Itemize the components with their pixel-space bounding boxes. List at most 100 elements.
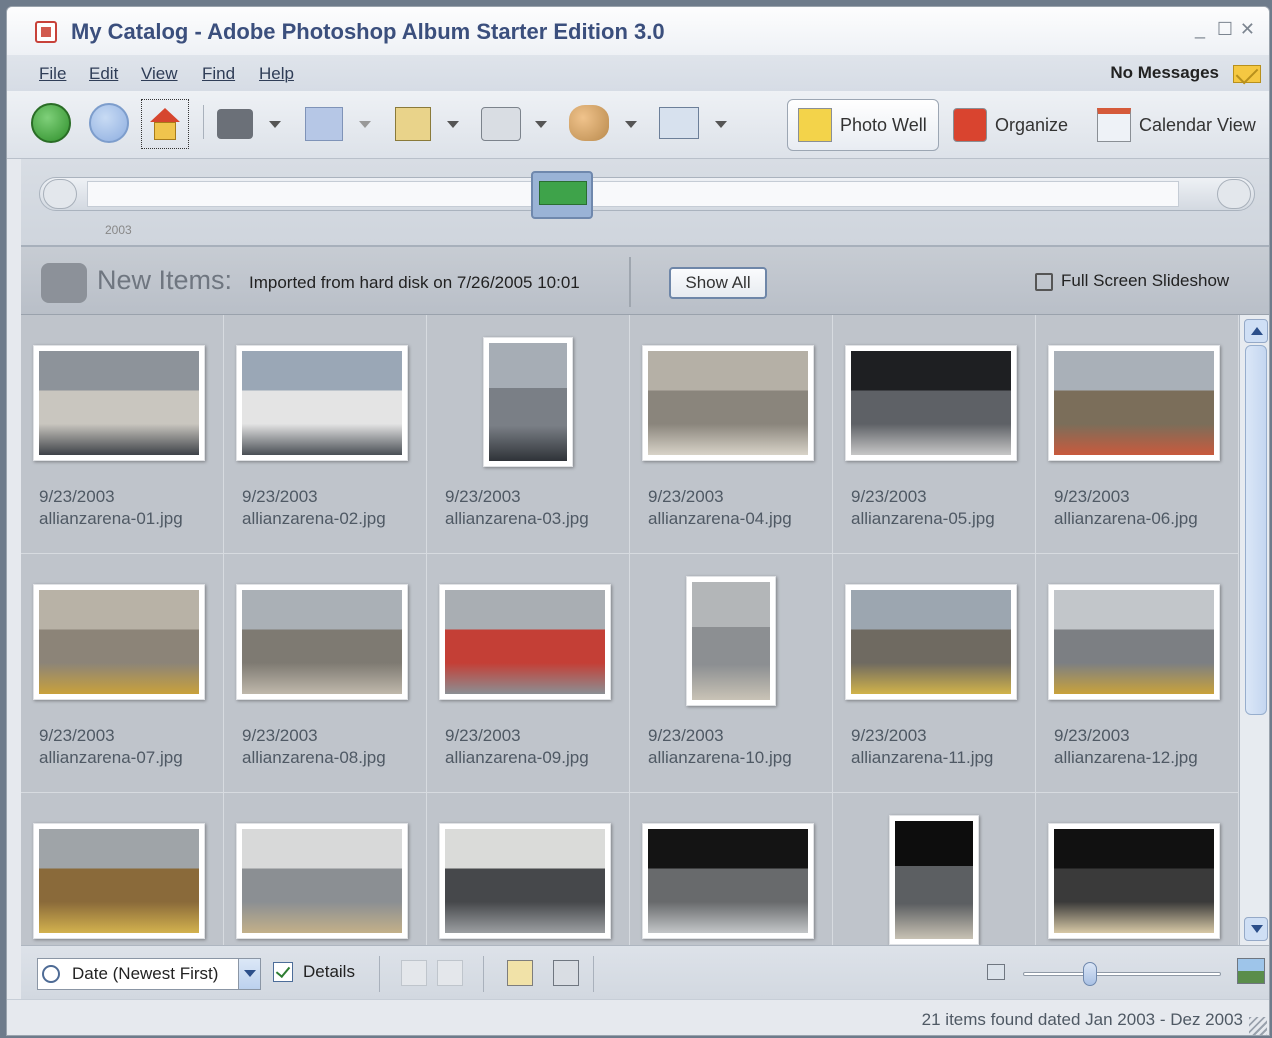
photo-thumbnail[interactable] bbox=[439, 584, 611, 700]
rotate-right-icon[interactable] bbox=[437, 960, 463, 986]
photo-cell[interactable]: 9/23/2003 allianzarena-04.jpg bbox=[630, 315, 833, 554]
forward-button[interactable] bbox=[89, 103, 129, 143]
photo-thumbnail[interactable] bbox=[889, 815, 979, 945]
timeline-marker[interactable] bbox=[531, 171, 593, 219]
photo-cell[interactable]: 9/23/2003 allianzarena-05.jpg bbox=[833, 315, 1036, 554]
menu-view[interactable]: View bbox=[141, 64, 178, 84]
photo-thumbnail[interactable] bbox=[686, 576, 776, 706]
timeline[interactable]: 2003 bbox=[21, 159, 1269, 247]
photo-well-icon bbox=[798, 108, 832, 142]
photo-thumbnail[interactable] bbox=[483, 337, 573, 467]
photo-thumbnail[interactable] bbox=[845, 584, 1017, 700]
find-bar: New Items: Imported from hard disk on 7/… bbox=[21, 247, 1269, 315]
photo-cell[interactable]: 9/23/2003 allianzarena-06.jpg bbox=[1036, 315, 1239, 554]
slideshow-icon[interactable] bbox=[1035, 273, 1053, 291]
thumbnail-size-slider[interactable] bbox=[1023, 972, 1221, 976]
photo-thumbnail[interactable] bbox=[236, 584, 408, 700]
rotate-left-icon[interactable] bbox=[401, 960, 427, 986]
photo-image bbox=[1054, 351, 1214, 455]
photo-cell[interactable]: 9/23/2003 allianzarena-07.jpg bbox=[21, 554, 224, 793]
print-dropdown-icon[interactable] bbox=[535, 121, 547, 128]
photo-cell[interactable]: 9/23/2003 allianzarena-12.jpg bbox=[1036, 554, 1239, 793]
photo-thumbnail[interactable] bbox=[1048, 823, 1220, 939]
photo-thumbnail[interactable] bbox=[642, 823, 814, 939]
photo-thumbnail[interactable] bbox=[33, 584, 205, 700]
close-button[interactable]: ✕ bbox=[1240, 19, 1255, 40]
photo-cell[interactable]: 9/23/2003 allianzarena-01.jpg bbox=[21, 315, 224, 554]
details-checkbox[interactable] bbox=[273, 962, 293, 982]
timeline-scroll-left-button[interactable] bbox=[43, 179, 77, 209]
edit-photo-icon[interactable] bbox=[305, 107, 343, 141]
large-thumbnails-icon[interactable] bbox=[1237, 958, 1265, 984]
scroll-down-button[interactable] bbox=[1244, 917, 1268, 941]
photo-date: 9/23/2003 bbox=[242, 487, 318, 506]
timeline-range[interactable] bbox=[87, 181, 1179, 207]
minimize-button[interactable]: _ bbox=[1195, 19, 1205, 40]
menu-edit[interactable]: Edit bbox=[89, 64, 118, 84]
scroll-up-button[interactable] bbox=[1244, 319, 1268, 343]
email-icon[interactable] bbox=[659, 107, 699, 139]
photo-thumbnail[interactable] bbox=[236, 823, 408, 939]
full-screen-slideshow-link[interactable]: Full Screen Slideshow bbox=[1061, 271, 1229, 291]
photo-cell[interactable] bbox=[1036, 793, 1239, 945]
organize-button[interactable]: Organize bbox=[953, 99, 1068, 151]
photo-cell[interactable]: 9/23/2003 allianzarena-08.jpg bbox=[224, 554, 427, 793]
photo-date: 9/23/2003 bbox=[648, 487, 724, 506]
bottom-bar: Date (Newest First) Details bbox=[21, 945, 1269, 999]
create-icon[interactable] bbox=[395, 107, 431, 141]
photo-image bbox=[648, 351, 808, 455]
photo-cell[interactable]: 9/23/2003 allianzarena-10.jpg bbox=[630, 554, 833, 793]
photo-cell[interactable]: 9/23/2003 allianzarena-02.jpg bbox=[224, 315, 427, 554]
home-button[interactable] bbox=[141, 99, 189, 149]
share-icon[interactable] bbox=[569, 105, 609, 141]
photo-thumbnail[interactable] bbox=[33, 823, 205, 939]
photo-cell[interactable] bbox=[833, 793, 1036, 945]
slideshow-small-icon[interactable] bbox=[553, 960, 579, 986]
photo-cell[interactable] bbox=[21, 793, 224, 945]
back-button[interactable] bbox=[31, 103, 71, 143]
menu-help[interactable]: Help bbox=[259, 64, 294, 84]
email-dropdown-icon[interactable] bbox=[715, 121, 727, 128]
photo-cell[interactable] bbox=[427, 793, 630, 945]
menu-file[interactable]: File bbox=[39, 64, 66, 84]
organize-label: Organize bbox=[995, 114, 1069, 135]
photo-thumbnail[interactable] bbox=[236, 345, 408, 461]
camera-dropdown-icon[interactable] bbox=[269, 121, 281, 128]
details-label[interactable]: Details bbox=[303, 962, 355, 982]
photo-cell[interactable]: 9/23/2003 allianzarena-09.jpg bbox=[427, 554, 630, 793]
timeline-scroll-right-button[interactable] bbox=[1217, 179, 1251, 209]
photo-cell[interactable]: 9/23/2003 allianzarena-11.jpg bbox=[833, 554, 1036, 793]
edit-dropdown-icon[interactable] bbox=[359, 121, 371, 128]
small-thumbnails-icon[interactable] bbox=[987, 964, 1005, 980]
maximize-button[interactable]: ☐ bbox=[1217, 19, 1233, 40]
calendar-view-button[interactable]: Calendar View bbox=[1097, 99, 1256, 151]
photo-date: 9/23/2003 bbox=[39, 726, 115, 745]
thumbnail-size-knob[interactable] bbox=[1083, 962, 1097, 986]
photo-thumbnail[interactable] bbox=[1048, 345, 1220, 461]
share-dropdown-icon[interactable] bbox=[625, 121, 637, 128]
photo-thumbnail[interactable] bbox=[33, 345, 205, 461]
vertical-scrollbar[interactable] bbox=[1239, 315, 1269, 945]
resize-grip[interactable] bbox=[1249, 1017, 1267, 1035]
photo-cell[interactable]: 9/23/2003 allianzarena-03.jpg bbox=[427, 315, 630, 554]
menu-find[interactable]: Find bbox=[202, 64, 235, 84]
chevron-down-icon[interactable] bbox=[238, 959, 260, 989]
print-icon[interactable] bbox=[481, 107, 521, 141]
photo-thumbnail[interactable] bbox=[845, 345, 1017, 461]
photo-cell[interactable] bbox=[224, 793, 427, 945]
photo-thumbnail[interactable] bbox=[439, 823, 611, 939]
scroll-thumb[interactable] bbox=[1245, 345, 1267, 715]
photo-well-button[interactable]: Photo Well bbox=[787, 99, 939, 151]
mail-icon[interactable] bbox=[1233, 65, 1261, 83]
properties-icon[interactable] bbox=[507, 960, 533, 986]
photo-image bbox=[851, 351, 1011, 455]
show-all-button[interactable]: Show All bbox=[669, 267, 767, 299]
photo-thumbnail[interactable] bbox=[1048, 584, 1220, 700]
photo-thumbnail[interactable] bbox=[642, 345, 814, 461]
photo-cell[interactable] bbox=[630, 793, 833, 945]
create-dropdown-icon[interactable] bbox=[447, 121, 459, 128]
sort-select[interactable]: Date (Newest First) bbox=[37, 958, 261, 990]
calendar-icon bbox=[1097, 108, 1131, 142]
messages-label[interactable]: No Messages bbox=[1110, 63, 1219, 83]
camera-icon[interactable] bbox=[217, 109, 253, 139]
